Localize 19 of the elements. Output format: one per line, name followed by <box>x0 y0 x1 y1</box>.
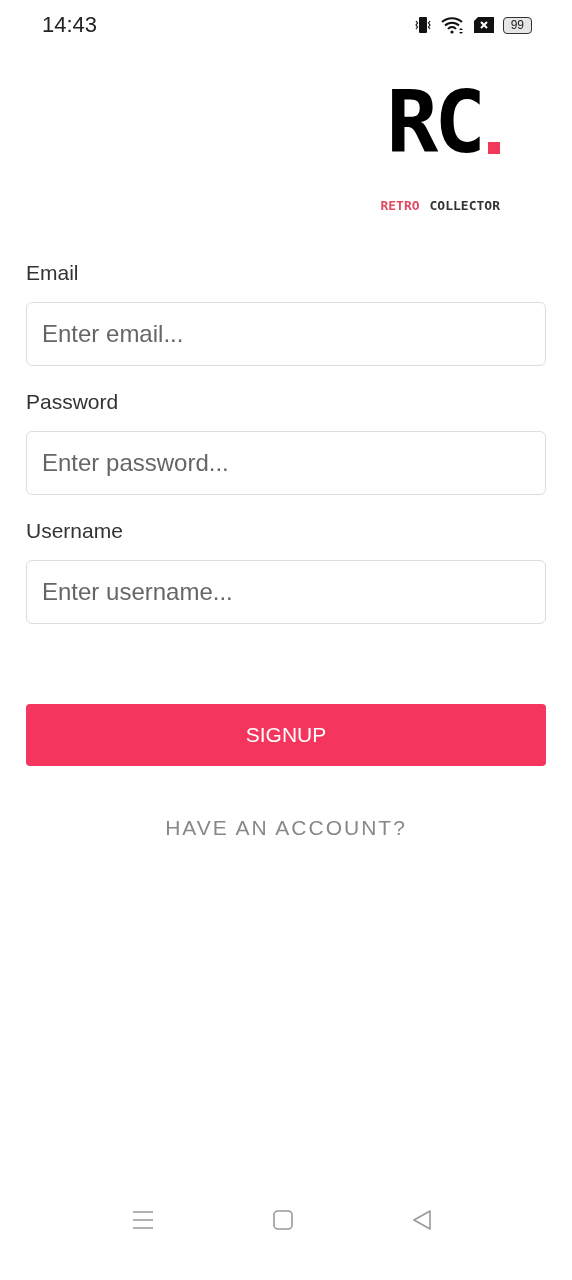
wifi-icon <box>440 16 465 34</box>
input-field[interactable]: Enter email... <box>26 302 546 366</box>
back-icon[interactable] <box>412 1210 432 1230</box>
field-label: Password <box>26 390 120 414</box>
sim-icon <box>473 17 494 33</box>
field-label: Email <box>26 261 80 285</box>
vibrate-icon <box>413 16 432 34</box>
logo-tagline: RETRO <box>380 198 420 213</box>
logo-text: RC <box>386 86 482 158</box>
status-time: 14:43 <box>42 12 98 38</box>
home-icon[interactable] <box>273 1210 293 1230</box>
input-field[interactable]: Enter username... <box>26 560 546 624</box>
battery-indicator: 99 <box>502 16 532 34</box>
input-field[interactable]: Enter password... <box>26 431 546 495</box>
menu-icon[interactable] <box>132 1210 154 1230</box>
signup-button[interactable]: SIGNUP <box>26 704 546 766</box>
field-label: Username <box>26 519 124 543</box>
logo-tagline: COLLECTOR <box>429 198 500 213</box>
have-account-link[interactable]: HAVE AN ACCOUNT? <box>165 816 407 840</box>
